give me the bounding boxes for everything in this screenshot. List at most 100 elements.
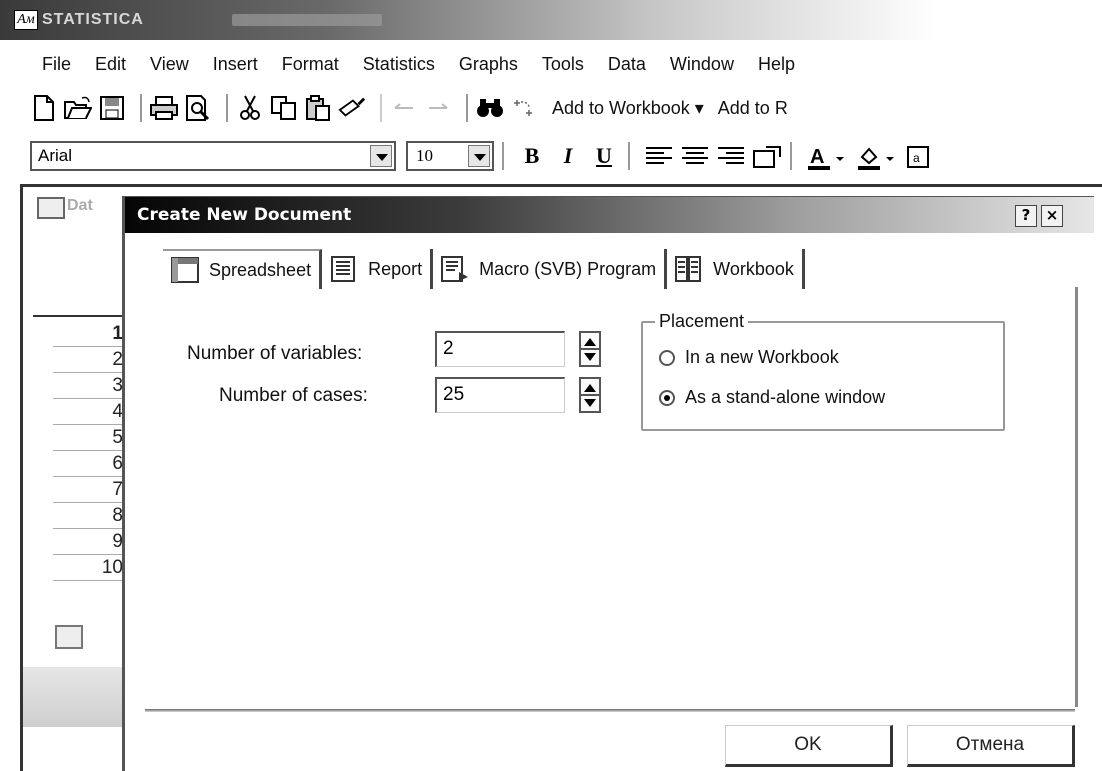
menu-tools[interactable]: Tools bbox=[530, 50, 596, 78]
paste-clipboard-icon[interactable] bbox=[304, 94, 332, 122]
menu-file[interactable]: File bbox=[30, 50, 83, 78]
copy-icon[interactable] bbox=[270, 94, 298, 122]
row-number[interactable]: 1 bbox=[53, 321, 125, 347]
close-button[interactable]: × bbox=[1041, 205, 1063, 227]
row-number-column: 1 2 3 4 5 6 7 8 9 10 bbox=[53, 321, 125, 581]
radio-button[interactable] bbox=[659, 349, 675, 366]
save-disk-icon[interactable] bbox=[98, 94, 126, 122]
font-size-combo[interactable]: 10 bbox=[406, 141, 494, 171]
row-number[interactable]: 4 bbox=[53, 399, 125, 425]
undo-icon[interactable] bbox=[390, 94, 418, 122]
radio-button[interactable] bbox=[659, 389, 675, 406]
tab-label: Macro (SVB) Program bbox=[479, 258, 657, 279]
font-name-value: Arial bbox=[38, 146, 73, 165]
cases-label: Number of cases: bbox=[219, 385, 368, 406]
spreadsheet-icon bbox=[171, 257, 199, 283]
menu-edit[interactable]: Edit bbox=[83, 50, 138, 78]
row-number[interactable]: 2 bbox=[53, 347, 125, 373]
find-binoculars-icon[interactable] bbox=[476, 94, 504, 122]
menu-format[interactable]: Format bbox=[270, 50, 351, 78]
font-color-icon[interactable]: A bbox=[806, 145, 850, 170]
app-title-bar: Ам STATISTICA bbox=[0, 0, 1102, 40]
workbook-icon bbox=[675, 256, 703, 282]
radio-label: In a new Workbook bbox=[685, 347, 839, 367]
print-preview-icon[interactable] bbox=[184, 94, 212, 122]
open-folder-icon[interactable] bbox=[64, 94, 92, 122]
cases-spinner[interactable] bbox=[579, 377, 601, 413]
toolbar-separator bbox=[502, 142, 504, 170]
cancel-button[interactable]: Отмена bbox=[907, 725, 1075, 767]
align-right-icon[interactable] bbox=[716, 145, 746, 167]
variables-input[interactable]: 2 bbox=[435, 331, 565, 367]
spin-up-icon[interactable] bbox=[584, 338, 596, 346]
spin-up-icon[interactable] bbox=[584, 384, 596, 392]
panel-edge bbox=[1075, 287, 1078, 707]
menu-insert[interactable]: Insert bbox=[201, 50, 270, 78]
print-icon[interactable] bbox=[150, 94, 178, 122]
add-to-report-button[interactable]: Add to R bbox=[718, 98, 788, 119]
cases-input[interactable]: 25 bbox=[435, 377, 565, 413]
format-painter-icon[interactable] bbox=[338, 94, 366, 122]
tab-macro-program[interactable]: Macro (SVB) Program bbox=[433, 249, 668, 289]
toolbar-separator bbox=[466, 94, 468, 122]
menu-view[interactable]: View bbox=[138, 50, 201, 78]
menu-help[interactable]: Help bbox=[746, 50, 807, 78]
menu-window[interactable]: Window bbox=[658, 50, 746, 78]
placement-group: Placement In a new Workbook As a stand-a… bbox=[641, 311, 1005, 431]
row-number[interactable]: 9 bbox=[53, 529, 125, 555]
align-left-icon[interactable] bbox=[644, 145, 674, 167]
tab-label: Spreadsheet bbox=[209, 259, 312, 280]
add-to-workbook-button[interactable]: Add to Workbook ▾ bbox=[552, 98, 704, 119]
dialog-separator bbox=[145, 709, 1075, 712]
row-number[interactable]: 10 bbox=[53, 555, 125, 581]
macro-icon bbox=[441, 256, 469, 282]
fill-color-icon[interactable] bbox=[856, 145, 900, 170]
align-center-icon[interactable] bbox=[680, 145, 710, 167]
placement-legend: Placement bbox=[655, 311, 749, 332]
replace-icon[interactable] bbox=[510, 94, 538, 122]
row-number[interactable]: 7 bbox=[53, 477, 125, 503]
standard-toolbar: Add to Workbook ▾ Add to R bbox=[30, 88, 1102, 128]
app-title: STATISTICA bbox=[42, 11, 144, 28]
tab-spreadsheet[interactable]: Spreadsheet bbox=[163, 249, 323, 289]
toolbar-separator bbox=[628, 142, 630, 170]
spreadsheet-window-icon bbox=[37, 197, 65, 219]
row-number[interactable]: 8 bbox=[53, 503, 125, 529]
italic-button[interactable]: I bbox=[552, 141, 584, 171]
new-document-icon[interactable] bbox=[30, 94, 58, 122]
chevron-down-icon[interactable] bbox=[370, 145, 392, 167]
spinner-divider bbox=[581, 348, 599, 350]
underline-button[interactable]: U bbox=[588, 141, 620, 171]
formatting-toolbar: Arial 10 B I U A a bbox=[30, 136, 1102, 176]
chevron-down-icon[interactable] bbox=[468, 145, 490, 167]
font-name-combo[interactable]: Arial bbox=[30, 141, 396, 171]
toolbar-separator bbox=[140, 94, 142, 122]
ok-button[interactable]: OK bbox=[725, 725, 893, 767]
cut-scissors-icon[interactable] bbox=[236, 94, 264, 122]
toolbar-separator bbox=[226, 94, 228, 122]
radio-new-workbook[interactable]: In a new Workbook bbox=[659, 347, 839, 368]
row-number[interactable]: 5 bbox=[53, 425, 125, 451]
text-box-icon[interactable]: a bbox=[906, 145, 936, 168]
spin-down-icon[interactable] bbox=[584, 399, 596, 407]
row-number[interactable]: 3 bbox=[53, 373, 125, 399]
menu-graphs[interactable]: Graphs bbox=[447, 50, 530, 78]
cell-properties-icon[interactable] bbox=[752, 145, 782, 168]
redo-icon[interactable] bbox=[424, 94, 452, 122]
variables-spinner[interactable] bbox=[579, 331, 601, 367]
help-button[interactable]: ? bbox=[1015, 205, 1037, 227]
row-number[interactable]: 6 bbox=[53, 451, 125, 477]
tab-workbook[interactable]: Workbook bbox=[667, 249, 805, 289]
app-subtitle-blur bbox=[232, 14, 382, 26]
report-icon bbox=[330, 256, 358, 282]
dialog-title: Create New Document bbox=[137, 205, 352, 225]
radio-standalone-window[interactable]: As a stand-alone window bbox=[659, 387, 885, 408]
document-type-tabs: Spreadsheet Report Macro (SVB) Program W… bbox=[163, 247, 805, 291]
create-new-document-dialog: Create New Document ? × Spreadsheet Repo… bbox=[122, 196, 1094, 771]
scroll-left-icon[interactable] bbox=[55, 625, 83, 649]
menu-data[interactable]: Data bbox=[596, 50, 658, 78]
bold-button[interactable]: B bbox=[516, 141, 548, 171]
spin-down-icon[interactable] bbox=[584, 353, 596, 361]
tab-report[interactable]: Report bbox=[322, 249, 434, 289]
menu-statistics[interactable]: Statistics bbox=[351, 50, 447, 78]
